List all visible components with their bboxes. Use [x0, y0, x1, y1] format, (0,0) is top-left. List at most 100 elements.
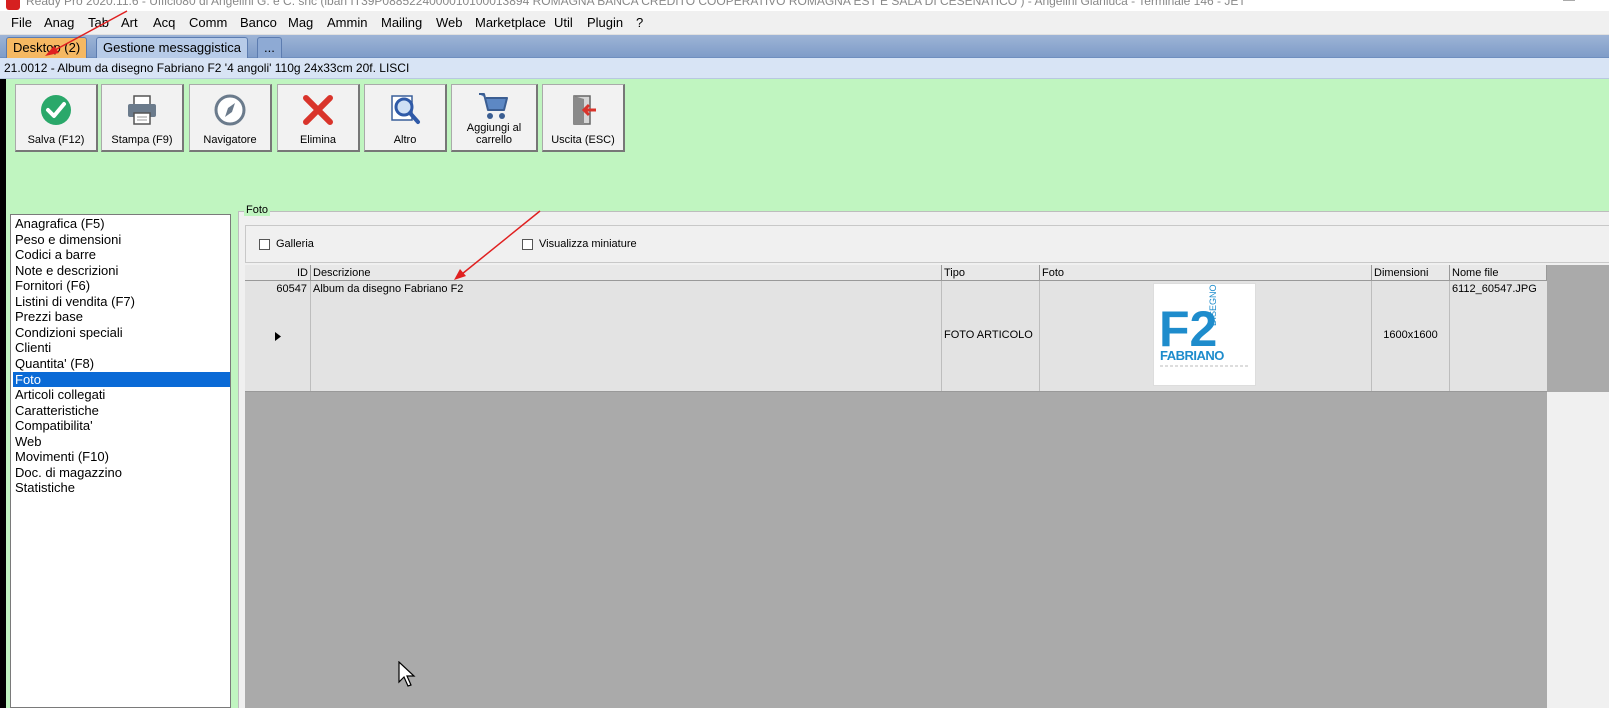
printer-icon — [128, 95, 156, 125]
row-dimensioni-cell: 1600x1600 — [1372, 281, 1450, 391]
header-dimensioni[interactable]: Dimensioni — [1372, 265, 1450, 281]
nav-listini-vendita[interactable]: Listini di vendita (F7) — [13, 294, 230, 309]
photo-grid: ID Descrizione Tipo Foto Dimensioni Nome… — [245, 265, 1547, 708]
navigator-button[interactable]: Navigatore — [189, 84, 272, 152]
menu-banco[interactable]: Banco — [240, 15, 277, 30]
menu-util[interactable]: Util — [554, 15, 573, 30]
row-nome-file: 6112_60547.JPG — [1452, 283, 1537, 295]
row-pointer-icon — [275, 332, 281, 341]
print-label: Stampa (F9) — [111, 134, 173, 146]
tab-gestione-messaggistica[interactable]: Gestione messaggistica — [96, 37, 249, 58]
delete-label: Elimina — [299, 134, 337, 146]
menu-art[interactable]: Art — [121, 15, 138, 30]
product-thumbnail[interactable]: F2 DISEGNO FABRIANO — [1153, 283, 1256, 386]
menu-ammin[interactable]: Ammin — [327, 15, 367, 30]
tab-strip: Desktop (2) Gestione messaggistica ... — [0, 35, 1609, 58]
add-to-cart-label-line1: Aggiungi al — [466, 122, 522, 134]
more-button[interactable]: Altro — [364, 84, 447, 152]
header-nome-file[interactable]: Nome file — [1450, 265, 1547, 281]
record-header: 21.0012 - Album da disegno Fabriano F2 '… — [0, 58, 1609, 79]
nav-movimenti[interactable]: Movimenti (F10) — [13, 449, 230, 464]
add-to-cart-label: Aggiungi al carrello — [452, 122, 536, 146]
nav-fornitori[interactable]: Fornitori (F6) — [13, 278, 230, 293]
exit-door-icon — [573, 95, 596, 125]
header-foto[interactable]: Foto — [1040, 265, 1372, 281]
menu-plugin[interactable]: Plugin — [587, 15, 623, 30]
magnifier-icon — [391, 95, 420, 124]
add-to-cart-button[interactable]: Aggiungi al carrello — [451, 84, 538, 152]
nav-articoli-collegati[interactable]: Articoli collegati — [13, 387, 230, 402]
menu-acq[interactable]: Acq — [153, 15, 175, 30]
app-logo-icon — [6, 0, 20, 10]
row-tipo-cell: FOTO ARTICOLO — [942, 281, 1040, 391]
cart-icon — [479, 93, 508, 119]
nav-doc-magazzino[interactable]: Doc. di magazzino — [13, 465, 230, 480]
menu-tab[interactable]: Tab — [88, 15, 109, 30]
foto-panel-legend: Foto — [244, 204, 271, 216]
nav-foto[interactable]: Foto — [13, 372, 230, 387]
table-row[interactable]: 60547 Album da disegno Fabriano F2 FOTO … — [245, 281, 1547, 392]
nav-peso-dimensioni[interactable]: Peso e dimensioni — [13, 232, 230, 247]
nav-statistiche[interactable]: Statistiche — [13, 480, 230, 495]
nav-compatibilita[interactable]: Compatibilita' — [13, 418, 230, 433]
compass-icon — [214, 94, 246, 126]
exit-button[interactable]: Uscita (ESC) — [542, 84, 625, 152]
row-nome-file-cell: 6112_60547.JPG — [1450, 281, 1547, 391]
nav-prezzi-base[interactable]: Prezzi base — [13, 309, 230, 324]
row-foto-cell: F2 DISEGNO FABRIANO — [1040, 281, 1372, 391]
tab-desktop[interactable]: Desktop (2) — [6, 37, 88, 58]
fabriano-logo-image: F2 DISEGNO FABRIANO — [1154, 284, 1255, 385]
delete-button[interactable]: Elimina — [277, 84, 360, 152]
header-descrizione[interactable]: Descrizione — [311, 265, 942, 281]
save-label: Salva (F12) — [27, 134, 85, 146]
menu-comm[interactable]: Comm — [189, 15, 227, 30]
exit-label: Uscita (ESC) — [551, 134, 615, 146]
menu-mailing[interactable]: Mailing — [381, 15, 422, 30]
menu-bar: File Anag Tab Art Acq Comm Banco Mag Amm… — [0, 11, 1609, 35]
nav-anagrafica[interactable]: Anagrafica (F5) — [13, 216, 230, 231]
menu-file[interactable]: File — [11, 15, 32, 30]
nav-note-descrizioni[interactable]: Note e descrizioni — [13, 263, 230, 278]
nav-clienti[interactable]: Clienti — [13, 340, 230, 355]
menu-mag[interactable]: Mag — [288, 15, 313, 30]
menu-help[interactable]: ? — [636, 15, 643, 30]
nav-caratteristiche[interactable]: Caratteristiche — [13, 403, 230, 418]
foto-options-bar: Galleria Visualizza miniature — [245, 225, 1609, 263]
header-id[interactable]: ID — [245, 265, 311, 281]
save-button[interactable]: Salva (F12) — [15, 84, 98, 152]
nav-codici-barre[interactable]: Codici a barre — [13, 247, 230, 262]
mouse-cursor-icon — [398, 661, 416, 687]
section-list: Anagrafica (F5) Peso e dimensioni Codici… — [10, 214, 231, 708]
nav-web[interactable]: Web — [13, 434, 230, 449]
galleria-checkbox[interactable] — [259, 239, 270, 250]
menu-anag[interactable]: Anag — [44, 15, 74, 30]
minimize-button[interactable]: — — [1563, 0, 1575, 6]
header-tipo[interactable]: Tipo — [942, 265, 1040, 281]
row-descrizione-cell: Album da disegno Fabriano F2 — [311, 281, 942, 391]
print-button[interactable]: Stampa (F9) — [101, 84, 184, 152]
menu-web[interactable]: Web — [436, 15, 463, 30]
row-id: 60547 — [276, 283, 307, 295]
add-to-cart-label-line2: carrello — [475, 134, 513, 146]
more-label: Altro — [393, 134, 417, 146]
grid-right-area — [1547, 265, 1609, 392]
nav-quantita[interactable]: Quantita' (F8) — [13, 356, 230, 371]
logo-brand-text: FABRIANO — [1160, 348, 1224, 363]
galleria-label: Galleria — [276, 238, 314, 250]
miniature-label: Visualizza miniature — [539, 238, 637, 250]
tab-more[interactable]: ... — [257, 37, 282, 58]
menu-marketplace[interactable]: Marketplace — [475, 15, 546, 30]
row-id-cell: 60547 — [245, 281, 311, 391]
row-tipo: FOTO ARTICOLO — [944, 329, 1033, 341]
record-title: 21.0012 - Album da disegno Fabriano F2 '… — [4, 61, 410, 75]
navigator-label: Navigatore — [203, 134, 257, 146]
window-titlebar: Ready Pro 2020.11.6 - Ufficio80 di Angel… — [0, 0, 1609, 11]
check-icon — [41, 95, 71, 125]
miniature-checkbox[interactable] — [522, 239, 533, 250]
nav-condizioni-speciali[interactable]: Condizioni speciali — [13, 325, 230, 340]
grid-header: ID Descrizione Tipo Foto Dimensioni Nome… — [245, 265, 1547, 281]
window-title: Ready Pro 2020.11.6 - Ufficio80 di Angel… — [26, 0, 1246, 8]
row-descrizione: Album da disegno Fabriano F2 — [313, 283, 464, 295]
row-dimensioni: 1600x1600 — [1383, 329, 1438, 341]
logo-side-text: DISEGNO — [1208, 284, 1218, 326]
